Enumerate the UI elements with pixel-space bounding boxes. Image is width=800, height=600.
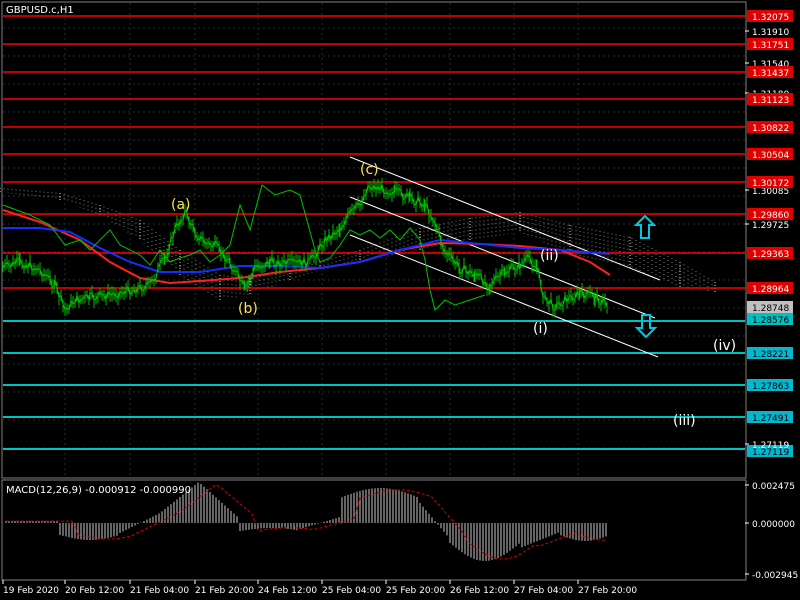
price-tick-label: 1.29725 [752,221,789,231]
current-ask-label: 1.28576 [752,316,789,326]
time-label: 25 Feb 04:00 [322,586,381,596]
trading-chart[interactable]: (a) (b) (c) (i) (ii) (iii) (iv) GBPUSD.c… [0,0,800,600]
time-label: 20 Feb 12:00 [65,586,124,596]
wave-label-ii: (ii) [540,248,559,264]
wave-label-a: (a) [171,197,191,213]
time-label: 26 Feb 12:00 [450,586,509,596]
wave-label-iv: (iv) [713,338,736,354]
horizontal-levels [3,15,745,450]
main-chart-frame [1,1,747,479]
time-label: 21 Feb 04:00 [130,586,189,596]
resistance-level-label: 1.31751 [752,41,789,51]
resistance-level-label: 1.32075 [752,13,789,23]
resistance-level-label: 1.31123 [752,96,789,106]
resistance-level-label: 1.28964 [752,285,789,295]
wave-label-b: (b) [238,301,258,317]
macd-tick-label: 0.000000 [752,520,795,530]
current-bid-label: 1.28748 [752,304,789,314]
price-axis: 1.319101.315401.311801.300851.297251.320… [745,10,793,458]
resistance-level-label: 1.31437 [752,69,789,79]
macd-tick-label: 0.002475 [752,482,795,492]
resistance-level-label: 1.29860 [752,211,789,221]
resistance-level-label: 1.30172 [752,179,789,189]
grid [3,3,745,477]
time-label: 21 Feb 20:00 [195,586,254,596]
symbol-title: GBPUSD.c,H1 [6,5,74,16]
channel-middle-line[interactable] [349,196,656,319]
macd-title: MACD(12,26,9) -0.000912 -0.000990 [6,485,191,496]
resistance-level-label: 1.30822 [752,124,789,134]
support-level-label: 1.27863 [752,382,789,392]
support-level-label: 1.28221 [752,350,789,360]
time-axis: 19 Feb 2020 20 Feb 12:00 21 Feb 04:00 21 Fe… [2,580,637,596]
macd-tick-label: -0.002945 [752,571,798,581]
time-label: 24 Feb 12:00 [258,586,317,596]
time-label: 27 Feb 04:00 [514,586,573,596]
channel-upper-line[interactable] [349,156,661,281]
wave-label-c: (c) [360,162,379,178]
down-arrow-icon[interactable] [634,314,658,339]
wave-label-iii: (iii) [673,413,696,429]
time-label: 25 Feb 20:00 [386,586,445,596]
time-label: 27 Feb 20:00 [578,586,637,596]
macd-axis: 0.002475 0.000000 -0.002945 [745,482,798,581]
resistance-level-label: 1.29363 [752,250,789,260]
wave-label-i: (i) [533,321,548,337]
time-label: 19 Feb 2020 [3,586,59,596]
price-tick-label: 1.27119 [752,441,789,451]
price-tick-label: 1.31910 [752,28,789,38]
up-arrow-icon[interactable] [633,214,657,239]
resistance-level-label: 1.30504 [752,151,789,161]
support-level-label: 1.27491 [752,414,789,424]
